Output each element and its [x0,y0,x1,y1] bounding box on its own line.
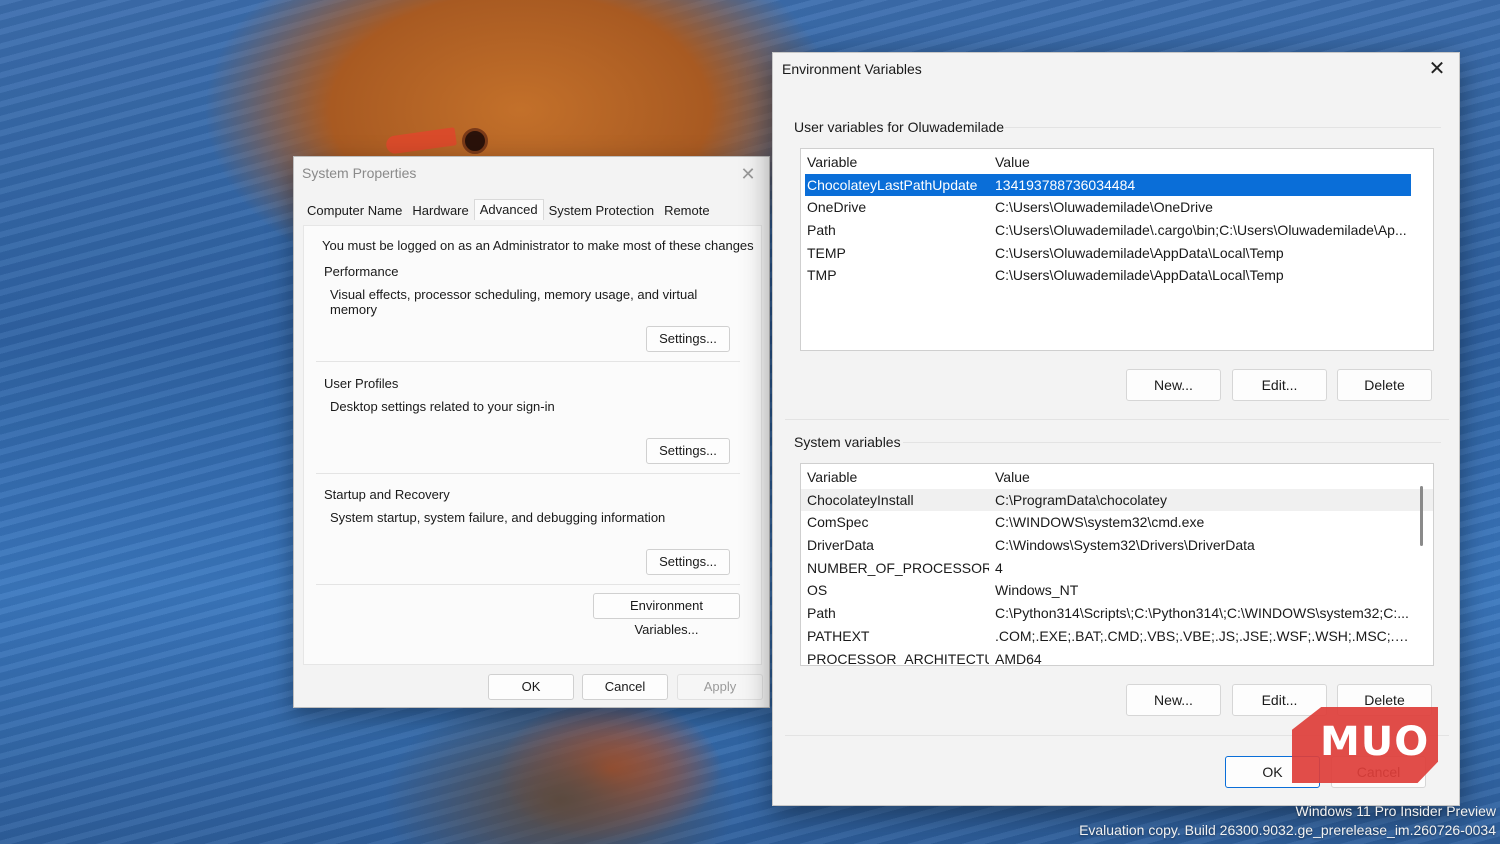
scrollbar-thumb[interactable] [1420,486,1423,546]
table-row[interactable]: OS Windows_NT [801,579,1433,602]
system-edit-button[interactable]: Edit... [1232,684,1327,716]
performance-settings-button[interactable]: Settings... [646,326,730,352]
cell-variable: OS [807,582,828,599]
table-row[interactable]: PROCESSOR_ARCHITECTURE AMD64 [801,648,1433,666]
user-variables-title: User variables for Oluwademilade [794,119,1005,135]
column-header-value[interactable]: Value [995,466,1409,488]
group-divider [1005,127,1441,128]
cell-value: C:\WINDOWS\system32\cmd.exe [995,514,1205,531]
table-row[interactable]: OneDrive C:\Users\Oluwademilade\OneDrive [801,196,1433,219]
column-header-variable[interactable]: Variable [807,466,989,488]
tab-hardware[interactable]: Hardware [407,201,473,220]
user-profiles-group: User Profiles Desktop settings related t… [316,376,740,474]
user-delete-button[interactable]: Delete [1337,369,1432,401]
cell-variable: PROCESSOR_ARCHITECTURE [807,650,989,666]
cell-value: C:\Windows\System32\Drivers\DriverData [995,537,1255,554]
user-variables-table[interactable]: Variable Value ChocolateyLastPathUpdate … [800,148,1434,351]
bird-eye-decoration [462,128,488,154]
close-icon[interactable]: ✕ [737,163,759,185]
table-row[interactable]: TMP C:\Users\Oluwademilade\AppData\Local… [801,264,1433,287]
cell-value: AMD64 [995,650,1042,666]
cell-value: 4 [995,559,1003,576]
window-title: System Properties [302,165,417,181]
cell-value: Windows_NT [995,582,1079,599]
tab-bar: Computer Name Hardware Advanced System P… [302,199,715,220]
system-variables-table[interactable]: Variable Value ChocolateyInstall C:\Prog… [800,463,1434,666]
table-row-selected[interactable]: ChocolateyLastPathUpdate 134193788736034… [805,173,1411,197]
table-row[interactable]: ChocolateyInstall C:\ProgramData\chocola… [801,488,1433,512]
system-variables-title: System variables [794,434,901,450]
cell-value: C:\Users\Oluwademilade\AppData\Local\Tem… [995,244,1284,261]
environment-variables-window: Environment Variables ✕ User variables f… [772,52,1460,806]
cell-value: C:\Python314\Scripts\;C:\Python314\;C:\W… [995,605,1409,622]
system-new-button[interactable]: New... [1126,684,1221,716]
cancel-button[interactable]: Cancel [582,674,668,700]
group-title: Startup and Recovery [324,487,450,502]
window-title: Environment Variables [782,61,922,77]
tab-advanced[interactable]: Advanced [473,199,544,220]
table-row[interactable]: Path C:\Python314\Scripts\;C:\Python314\… [801,602,1433,625]
group-description: Desktop settings related to your sign-in [330,399,555,414]
column-header-variable[interactable]: Variable [807,151,989,173]
table-row[interactable]: PATHEXT .COM;.EXE;.BAT;.CMD;.VBS;.VBE;.J… [801,625,1433,648]
group-title: User Profiles [324,376,399,391]
table-row[interactable]: NUMBER_OF_PROCESSORS 4 [801,557,1433,580]
group-title: Performance [324,264,399,279]
user-profiles-settings-button[interactable]: Settings... [646,438,730,464]
cell-variable: OneDrive [807,199,867,216]
table-row[interactable]: Path C:\Users\Oluwademilade\.cargo\bin;C… [801,219,1433,242]
cell-value: .COM;.EXE;.BAT;.CMD;.VBS;.VBE;.JS;.JSE;.… [995,627,1409,644]
watermark-line-build: Evaluation copy. Build 26300.9032.ge_pre… [1079,822,1496,838]
cell-variable: ChocolateyInstall [807,491,914,508]
tab-computer-name[interactable]: Computer Name [302,201,407,220]
close-icon[interactable]: ✕ [1425,57,1449,81]
cell-variable: ComSpec [807,514,869,531]
cell-variable: Path [807,605,836,622]
user-edit-button[interactable]: Edit... [1232,369,1327,401]
environment-variables-button[interactable]: Environment Variables... [593,593,740,637]
tab-remote[interactable]: Remote [659,201,715,220]
cell-value: C:\Users\Oluwademilade\OneDrive [995,199,1213,216]
table-row[interactable]: TEMP C:\Users\Oluwademilade\AppData\Loca… [801,242,1433,265]
tab-system-protection[interactable]: System Protection [544,201,660,220]
cell-variable: TEMP [807,244,846,261]
startup-recovery-group: Startup and Recovery System startup, sys… [316,487,740,585]
performance-group: Performance Visual effects, processor sc… [316,264,740,362]
apply-button[interactable]: Apply [677,674,763,700]
cell-value: 134193788736034484 [995,176,1136,193]
table-row[interactable]: ComSpec C:\WINDOWS\system32\cmd.exe [801,511,1433,534]
cell-variable: Path [807,222,836,239]
cell-variable: PATHEXT [807,627,870,644]
cell-variable: ChocolateyLastPathUpdate [807,176,978,193]
section-divider [785,419,1449,420]
table-header: Variable Value [801,466,1433,489]
muo-logo: MUO [1292,707,1438,783]
column-header-value[interactable]: Value [995,151,1409,173]
watermark-line-edition: Windows 11 Pro Insider Preview [1295,803,1496,819]
advanced-tab-panel: You must be logged on as an Administrato… [303,225,762,665]
cell-variable: TMP [807,267,837,284]
group-description: System startup, system failure, and debu… [330,510,666,525]
os-build-watermark: Windows 11 Pro Insider Preview Evaluatio… [1079,802,1496,840]
cell-variable: NUMBER_OF_PROCESSORS [807,559,989,576]
cell-value: C:\Users\Oluwademilade\AppData\Local\Tem… [995,267,1284,284]
ok-button[interactable]: OK [488,674,574,700]
group-divider [903,442,1441,443]
admin-notice: You must be logged on as an Administrato… [322,238,754,253]
user-new-button[interactable]: New... [1126,369,1221,401]
cell-variable: DriverData [807,537,874,554]
table-row[interactable]: DriverData C:\Windows\System32\Drivers\D… [801,534,1433,557]
logo-text: MUO [1320,719,1430,765]
cell-value: C:\ProgramData\chocolatey [995,491,1167,508]
startup-recovery-settings-button[interactable]: Settings... [646,549,730,575]
system-properties-window: System Properties ✕ Computer Name Hardwa… [293,156,770,708]
cell-value: C:\Users\Oluwademilade\.cargo\bin;C:\Use… [995,222,1407,239]
table-header: Variable Value [801,151,1433,174]
group-description: Visual effects, processor scheduling, me… [330,287,698,317]
